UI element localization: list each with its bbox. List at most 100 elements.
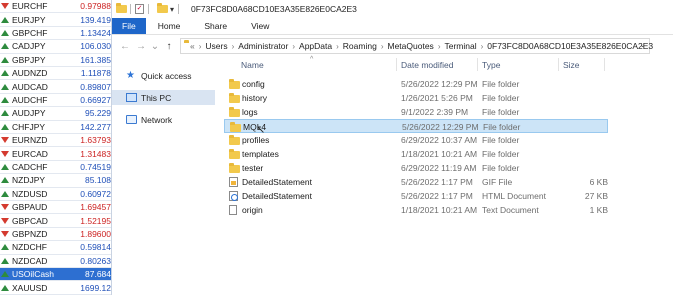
file-type: File folder [482,93,520,103]
toolbar-separator [178,4,180,14]
market-row[interactable]: AUDCHF 0.66927 [0,94,111,108]
symbol-name: EURJPY [12,14,46,25]
address-bar[interactable]: «› Users › Administrator › AppData › Roaming › Me… [180,38,653,54]
breadcrumb-item[interactable]: Administrator [238,41,288,51]
market-row[interactable]: XAUUSD 1699.12 [0,281,111,295]
up-arrow-icon[interactable]: ↑ [162,41,176,52]
file-size: 27 KB [584,191,608,201]
nav-item-quick-access[interactable]: ★ Quick access [112,68,215,83]
file-date-modified: 6/29/2022 10:37 AM [401,135,478,145]
title-bar: ✓ ▾ 0F73FC8D0A68CD10E3A35E826E0CA2E3 [112,0,673,18]
market-row[interactable]: AUDCAD 0.89807 [0,80,111,94]
breadcrumb-chevron-icon[interactable]: › [292,42,295,51]
market-row[interactable]: EURJPY 139.419 [0,13,111,27]
star-icon: ★ [126,70,135,81]
file-row[interactable]: history 1/26/2021 5:26 PM File folder [224,91,608,105]
market-row[interactable]: GBPNZD 1.89600 [0,228,111,242]
symbol-name: GBPCHF [12,27,48,38]
breadcrumb-item[interactable]: MetaQuotes [388,41,434,51]
file-row[interactable]: DetailedStatement 5/26/2022 1:17 PM GIF Fi… [224,175,608,189]
breadcrumb-item[interactable]: Terminal [444,41,476,51]
breadcrumb-chevron-icon[interactable]: › [438,42,441,51]
nav-item-network[interactable]: Network [112,112,215,127]
market-row[interactable]: GBPAUD 1.69457 [0,201,111,215]
nav-item-label: Quick access [141,70,192,81]
file-row[interactable]: tester 6/29/2022 11:19 AM File folder [224,161,608,175]
folder-icon [229,107,240,117]
new-folder-icon[interactable] [157,2,168,14]
market-row[interactable]: USOilCash 87.684 [0,268,111,282]
breadcrumb-chevron-icon[interactable]: › [199,42,202,51]
tick-up-icon [1,70,9,77]
tab-view[interactable]: View [239,18,281,34]
address-dropdown-icon[interactable]: ⌄ [639,40,646,49]
tab-share[interactable]: Share [192,18,239,34]
market-row[interactable]: NZDCAD 0.80263 [0,255,111,268]
symbol-name: NZDUSD [12,188,48,199]
breadcrumb-chevron-icon[interactable]: › [336,42,339,51]
symbol-price: 1.13424 [80,27,111,38]
breadcrumb-item[interactable]: « [190,41,195,51]
market-row[interactable]: GBPJPY 161.385 [0,54,111,67]
market-row[interactable]: CHFJPY 142.277 [0,121,111,134]
file-row[interactable]: MQL4 5/26/2022 12:29 PM File folder ↖ [224,119,608,136]
tick-up-icon [1,284,9,291]
market-row[interactable]: EURCAD 1.31483 [0,147,111,161]
file-type: File folder [482,149,520,159]
market-row[interactable]: AUDNZD 1.11878 [0,67,111,81]
breadcrumb-chevron-icon[interactable]: › [232,42,235,51]
breadcrumb-item[interactable]: AppData [299,41,332,51]
recent-locations-icon[interactable]: ⌄ [150,41,160,52]
breadcrumb-item[interactable]: Users [205,41,227,51]
column-header-date[interactable]: Date modified [401,57,453,72]
symbol-price: 161.385 [80,54,111,65]
back-arrow-icon[interactable]: ← [118,41,132,52]
properties-icon[interactable]: ✓ [135,4,144,14]
file-name: origin [242,205,263,215]
market-row[interactable]: AUDJPY 95.229 [0,107,111,121]
file-type: Text Document [482,205,539,215]
breadcrumb-chevron-icon[interactable]: › [481,42,484,51]
symbol-price: 1.11878 [80,68,111,79]
file-row[interactable]: DetailedStatement 5/26/2022 1:17 PM HTML D… [224,189,608,203]
column-header-type[interactable]: Type [482,57,500,72]
file-row[interactable]: config 5/26/2022 12:29 PM File folder [224,77,608,91]
gif-file-icon [229,177,238,187]
market-row[interactable]: EURCHF 0.97988 [0,0,111,14]
column-divider[interactable] [396,58,397,71]
toolbar-separator [148,4,149,14]
file-row[interactable]: templates 1/18/2021 10:21 AM File folder [224,147,608,161]
market-row[interactable]: NZDCHF 0.59814 [0,241,111,255]
nav-item-this-pc[interactable]: This PC [112,90,215,105]
column-header-size[interactable]: Size [563,57,580,72]
column-divider[interactable] [477,58,478,71]
tick-down-icon [1,137,9,144]
tab-home[interactable]: Home [146,18,193,34]
file-row[interactable]: profiles 6/29/2022 10:37 AM File folder [224,133,608,147]
file-type: File folder [482,107,520,117]
market-row[interactable]: EURNZD 1.63793 [0,134,111,148]
breadcrumb-item[interactable]: 0F73FC8D0A68CD10E3A35E826E0CA2E3 [487,41,653,51]
file-type: HTML Document [482,191,546,201]
market-row[interactable]: CADJPY 106.030 [0,40,111,54]
market-row[interactable]: GBPCAD 1.52195 [0,214,111,228]
tab-file[interactable]: File [112,18,146,34]
file-row[interactable]: logs 9/1/2022 2:39 PM File folder [224,105,608,119]
column-header-name[interactable]: Name [241,57,264,72]
file-type: File folder [482,79,520,89]
column-divider[interactable] [604,58,605,71]
market-row[interactable]: NZDJPY 85.108 [0,174,111,188]
market-row[interactable]: CADCHF 0.74519 [0,161,111,175]
quick-access-dropdown-icon[interactable]: ▾ [170,5,174,14]
symbol-name: EURCHF [12,1,48,12]
breadcrumb-item[interactable]: Roaming [343,41,377,51]
symbol-price: 95.229 [85,108,111,119]
forward-arrow-icon[interactable]: → [134,41,148,52]
file-row[interactable]: origin 1/18/2021 10:21 AM Text Document 1 K… [224,203,608,217]
tick-up-icon [1,244,9,251]
breadcrumb-chevron-icon[interactable]: › [381,42,384,51]
tick-down-icon [1,150,9,157]
market-row[interactable]: GBPCHF 1.13424 [0,27,111,41]
market-row[interactable]: NZDUSD 0.60972 [0,188,111,201]
column-divider[interactable] [558,58,559,71]
